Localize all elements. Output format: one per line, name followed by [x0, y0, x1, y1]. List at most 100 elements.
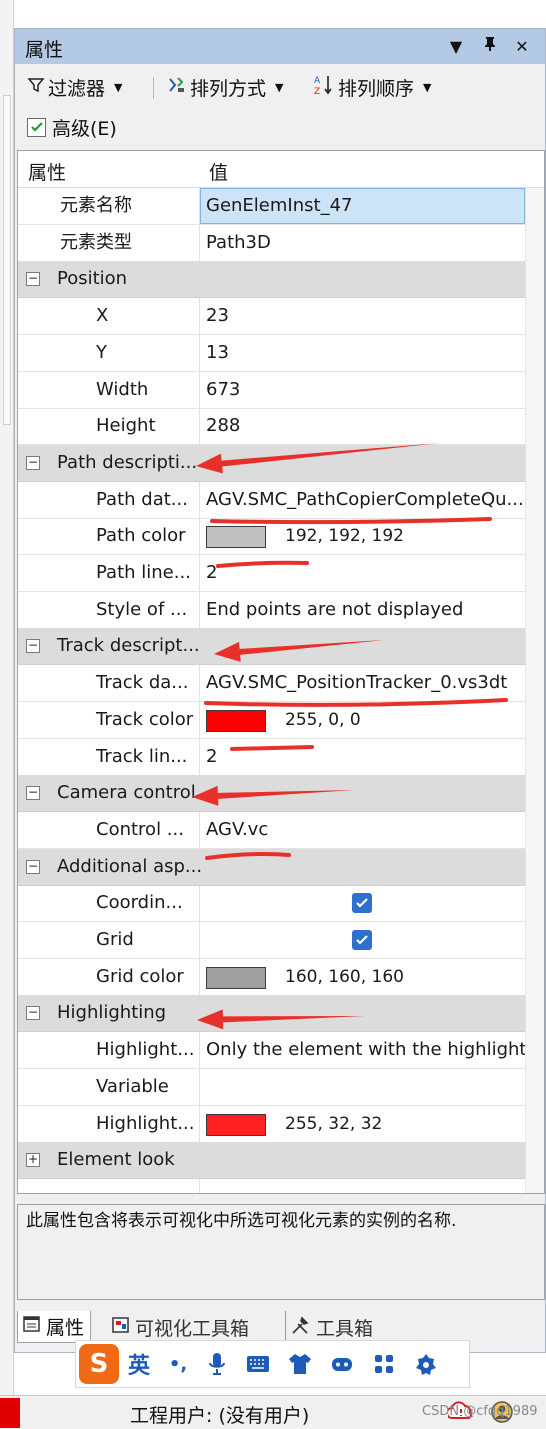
property-value[interactable]: AGV.SMC_PositionTracker_0.vs3dt — [206, 665, 507, 701]
property-value[interactable]: GenElemInst_47 — [206, 188, 352, 224]
advanced-toggle[interactable]: 高级(E) — [27, 113, 117, 141]
property-value[interactable]: 673 — [206, 372, 240, 408]
property-row[interactable]: Track lin... 2 — [18, 739, 525, 776]
category-name: Camera control — [57, 782, 196, 803]
description-panel: 此属性包含将表示可视化中所选可视化元素的实例的名称. — [17, 1204, 545, 1300]
collapse-icon[interactable]: − — [26, 860, 40, 874]
properties-toolbar: 过滤器 ▼ 排列方式 ▼ AZ 排列顺序 ▼ — [15, 69, 545, 105]
property-row[interactable]: Highlight... 255, 32, 32 — [18, 1106, 525, 1143]
sort-order-label: 排列顺序 — [338, 77, 415, 100]
property-checkbox[interactable] — [352, 893, 372, 913]
property-row[interactable]: Grid color 160, 160, 160 — [18, 959, 525, 996]
property-name: Track da... — [96, 672, 189, 693]
ime-punctuation-toggle[interactable]: •, — [159, 1342, 197, 1386]
chevron-down-icon: ▼ — [275, 80, 284, 94]
category-row[interactable]: − Camera control — [18, 775, 525, 812]
property-row[interactable]: X 23 — [18, 298, 525, 335]
property-row[interactable]: 元素名称 GenElemInst_47 — [18, 188, 525, 225]
property-name: Path dat... — [96, 489, 188, 510]
arrange-button[interactable]: 排列方式 ▼ — [167, 73, 283, 101]
property-row[interactable]: Highlight... Only the element with the hi… — [18, 1032, 544, 1069]
ime-toolbar: S 英 •, — [75, 1340, 470, 1388]
ime-language-toggle[interactable]: 英 — [119, 1342, 159, 1386]
property-checkbox[interactable] — [352, 930, 372, 950]
property-row[interactable]: Style of ... End points are not displayed — [18, 592, 525, 629]
color-value: 255, 32, 32 — [285, 1114, 383, 1134]
property-row[interactable]: Grid — [18, 922, 525, 959]
collapse-icon[interactable]: − — [26, 1006, 40, 1020]
property-value[interactable]: End points are not displayed — [206, 592, 463, 628]
property-value[interactable]: 2 — [206, 555, 217, 591]
property-row[interactable]: Path color 192, 192, 192 — [18, 518, 525, 555]
property-value[interactable]: AGV.SMC_PathCopierCompleteQu... — [206, 482, 524, 518]
color-swatch[interactable] — [206, 967, 266, 989]
property-row[interactable]: Track color 255, 0, 0 — [18, 702, 525, 739]
property-row[interactable]: Coordin... — [18, 885, 525, 922]
property-value[interactable]: AGV.vc — [206, 812, 268, 848]
toolbar-divider — [153, 77, 154, 99]
property-row[interactable]: Track da... AGV.SMC_PositionTracker_0.vs3… — [18, 665, 525, 702]
property-value[interactable]: 23 — [206, 298, 229, 334]
pin-icon[interactable] — [477, 34, 503, 60]
property-value[interactable]: Only the element with the highlight... — [206, 1032, 544, 1068]
game-icon[interactable] — [321, 1342, 363, 1386]
property-name: Grid color — [96, 966, 184, 987]
property-row[interactable]: Variable — [18, 1069, 525, 1106]
panel-menu-dropdown-icon[interactable]: ▼ — [443, 34, 469, 60]
property-row[interactable]: Height 288 — [18, 408, 525, 445]
left-panel-scrollbar[interactable] — [3, 95, 11, 425]
watermark: CSDN @cfqq1989 — [422, 1404, 538, 1419]
panel-title-bar[interactable]: 属性 ▼ ✕ — [15, 29, 545, 64]
property-row[interactable]: 元素类型 Path3D — [18, 225, 525, 262]
color-swatch[interactable] — [206, 710, 266, 732]
property-name: 元素名称 — [60, 195, 132, 216]
sort-order-button[interactable]: AZ 排列顺序 ▼ — [313, 73, 431, 101]
properties-tab-icon — [22, 1314, 42, 1339]
property-row[interactable]: Path line... 2 — [18, 555, 525, 592]
property-row[interactable]: Path dat... AGV.SMC_PathCopierCompleteQu.… — [18, 482, 525, 519]
tab-toolbox[interactable]: 工具箱 — [285, 1311, 373, 1343]
category-row[interactable]: − Highlighting — [18, 995, 525, 1032]
expand-icon[interactable]: + — [26, 1153, 40, 1167]
chevron-down-icon: ▼ — [114, 80, 123, 94]
apps-grid-icon[interactable] — [363, 1342, 405, 1386]
tab-label: 可视化工具箱 — [135, 1317, 250, 1340]
property-value[interactable]: 13 — [206, 335, 229, 371]
collapse-icon[interactable]: − — [26, 786, 40, 800]
category-row[interactable]: − Position — [18, 261, 525, 298]
color-value: 160, 160, 160 — [285, 967, 404, 987]
sogou-logo[interactable]: S — [79, 1344, 119, 1384]
collapse-icon[interactable]: − — [26, 456, 40, 470]
settings-icon[interactable] — [405, 1342, 447, 1386]
filter-label: 过滤器 — [48, 77, 106, 100]
property-value[interactable]: 2 — [206, 739, 217, 775]
property-name: Track color — [96, 709, 194, 730]
header-property: 属性 — [28, 162, 67, 184]
collapse-icon[interactable]: − — [26, 272, 40, 286]
category-row[interactable]: − Track descript... — [18, 628, 525, 665]
grid-scrollbar[interactable] — [525, 188, 544, 1193]
property-row[interactable]: Control ... AGV.vc — [18, 812, 525, 849]
arrange-label: 排列方式 — [190, 77, 267, 100]
collapse-icon[interactable]: − — [26, 639, 40, 653]
tab-properties[interactable]: 属性 — [17, 1311, 92, 1343]
color-swatch[interactable] — [206, 526, 266, 548]
category-row[interactable]: + Element look — [18, 1142, 525, 1179]
property-value[interactable]: 288 — [206, 408, 240, 444]
color-swatch[interactable] — [206, 1114, 266, 1136]
filter-button[interactable]: 过滤器 ▼ — [27, 73, 122, 101]
close-icon[interactable]: ✕ — [509, 34, 535, 60]
category-row[interactable]: − Path descripti... — [18, 445, 525, 482]
keyboard-icon[interactable] — [237, 1342, 279, 1386]
advanced-checkbox[interactable] — [27, 117, 46, 137]
properties-panel: 属性 ▼ ✕ 过滤器 ▼ 排列方式 ▼ AZ 排列顺序 ▼ 高级(E) 属性 值… — [14, 28, 546, 1353]
property-name: Path color — [96, 525, 186, 546]
property-row[interactable]: Y 13 — [18, 335, 525, 372]
property-value[interactable]: Path3D — [206, 225, 271, 261]
tab-visual-toolbox[interactable]: 可视化工具箱 — [111, 1311, 249, 1343]
property-name: Coordin... — [96, 892, 183, 913]
microphone-icon[interactable] — [197, 1342, 237, 1386]
property-row[interactable]: Width 673 — [18, 372, 525, 409]
category-row[interactable]: − Additional asp... — [18, 849, 525, 886]
skin-icon[interactable] — [279, 1342, 321, 1386]
